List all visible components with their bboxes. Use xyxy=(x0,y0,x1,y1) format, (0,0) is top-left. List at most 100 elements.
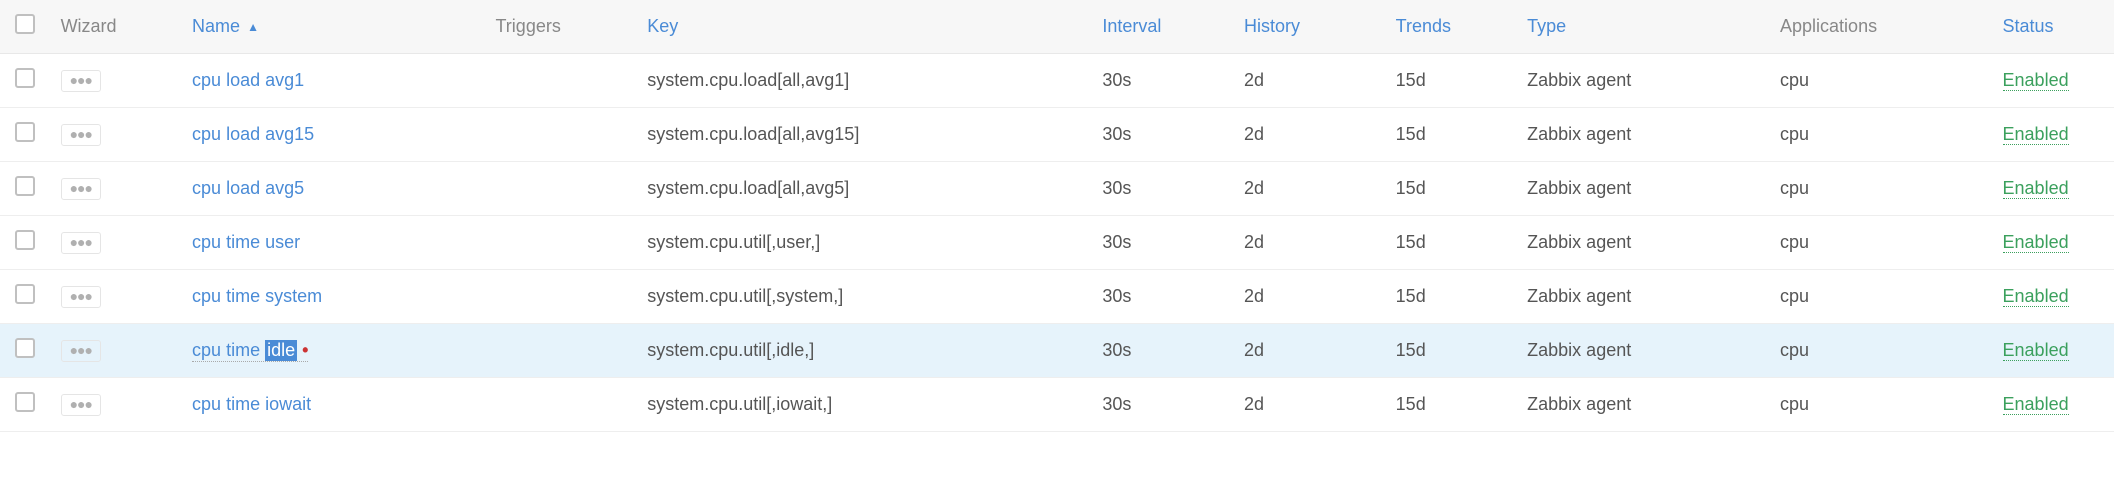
table-row: ●●● cpu load avg5 system.cpu.load[all,avg5… xyxy=(0,162,2114,216)
item-name-link[interactable]: cpu time user xyxy=(192,232,300,252)
row-history-cell: 2d xyxy=(1234,378,1386,432)
row-checkbox-cell xyxy=(0,54,51,108)
wizard-menu-icon[interactable]: ●●● xyxy=(61,124,101,146)
row-wizard-cell: ●●● xyxy=(51,162,182,216)
wizard-menu-icon[interactable]: ●●● xyxy=(61,340,101,362)
row-wizard-cell: ●●● xyxy=(51,270,182,324)
header-history[interactable]: History xyxy=(1234,0,1386,54)
status-toggle[interactable]: Enabled xyxy=(2003,124,2069,145)
row-wizard-cell: ●●● xyxy=(51,216,182,270)
row-triggers-cell xyxy=(485,108,637,162)
row-triggers-cell xyxy=(485,270,637,324)
items-table: Wizard Name ▲ Triggers Key Interval Hist… xyxy=(0,0,2114,432)
wizard-menu-icon[interactable]: ●●● xyxy=(61,286,101,308)
row-applications-cell: cpu xyxy=(1770,270,1993,324)
row-applications-cell: cpu xyxy=(1770,378,1993,432)
status-toggle[interactable]: Enabled xyxy=(2003,178,2069,199)
row-checkbox-cell xyxy=(0,270,51,324)
row-history-cell: 2d xyxy=(1234,108,1386,162)
item-name-editing[interactable]: cpu time idle • xyxy=(192,340,308,362)
header-trends[interactable]: Trends xyxy=(1386,0,1517,54)
header-name-label: Name xyxy=(192,16,240,36)
row-key-cell: system.cpu.load[all,avg5] xyxy=(637,162,1092,216)
row-status-cell: Enabled xyxy=(1993,216,2114,270)
status-toggle[interactable]: Enabled xyxy=(2003,70,2069,91)
header-wizard: Wizard xyxy=(51,0,182,54)
row-type-cell: Zabbix agent xyxy=(1517,216,1770,270)
row-checkbox[interactable] xyxy=(15,176,35,196)
status-toggle[interactable]: Enabled xyxy=(2003,340,2069,361)
row-trends-cell: 15d xyxy=(1386,108,1517,162)
status-toggle[interactable]: Enabled xyxy=(2003,394,2069,415)
item-name-link[interactable]: cpu time idle xyxy=(192,340,297,360)
header-checkbox-cell xyxy=(0,0,51,54)
row-status-cell: Enabled xyxy=(1993,378,2114,432)
row-triggers-cell xyxy=(485,162,637,216)
header-type[interactable]: Type xyxy=(1517,0,1770,54)
row-key-cell: system.cpu.util[,iowait,] xyxy=(637,378,1092,432)
row-history-cell: 2d xyxy=(1234,54,1386,108)
row-status-cell: Enabled xyxy=(1993,108,2114,162)
item-name-link[interactable]: cpu load avg1 xyxy=(192,70,304,90)
item-name-link[interactable]: cpu load avg5 xyxy=(192,178,304,198)
header-status[interactable]: Status xyxy=(1993,0,2114,54)
row-history-cell: 2d xyxy=(1234,162,1386,216)
row-status-cell: Enabled xyxy=(1993,54,2114,108)
wizard-menu-icon[interactable]: ●●● xyxy=(61,232,101,254)
row-key-cell: system.cpu.util[,idle,] xyxy=(637,324,1092,378)
row-status-cell: Enabled xyxy=(1993,270,2114,324)
row-applications-cell: cpu xyxy=(1770,162,1993,216)
row-type-cell: Zabbix agent xyxy=(1517,378,1770,432)
header-interval[interactable]: Interval xyxy=(1092,0,1234,54)
header-name[interactable]: Name ▲ xyxy=(182,0,485,54)
status-toggle[interactable]: Enabled xyxy=(2003,232,2069,253)
row-checkbox-cell xyxy=(0,162,51,216)
row-history-cell: 2d xyxy=(1234,270,1386,324)
header-key[interactable]: Key xyxy=(637,0,1092,54)
row-checkbox[interactable] xyxy=(15,338,35,358)
table-row: ●●● cpu time iowait system.cpu.util[,iowai… xyxy=(0,378,2114,432)
row-interval-cell: 30s xyxy=(1092,216,1234,270)
row-name-cell: cpu load avg1 xyxy=(182,54,485,108)
row-type-cell: Zabbix agent xyxy=(1517,54,1770,108)
wizard-menu-icon[interactable]: ●●● xyxy=(61,178,101,200)
row-name-cell: cpu time idle • xyxy=(182,324,485,378)
item-name-link[interactable]: cpu load avg15 xyxy=(192,124,314,144)
item-name-link[interactable]: cpu time system xyxy=(192,286,322,306)
wizard-menu-icon[interactable]: ●●● xyxy=(61,70,101,92)
item-name-link[interactable]: cpu time iowait xyxy=(192,394,311,414)
row-trends-cell: 15d xyxy=(1386,324,1517,378)
select-all-checkbox[interactable] xyxy=(15,14,35,34)
row-name-cell: cpu load avg5 xyxy=(182,162,485,216)
row-interval-cell: 30s xyxy=(1092,108,1234,162)
row-name-cell: cpu time user xyxy=(182,216,485,270)
row-checkbox[interactable] xyxy=(15,230,35,250)
row-status-cell: Enabled xyxy=(1993,324,2114,378)
row-checkbox[interactable] xyxy=(15,284,35,304)
row-interval-cell: 30s xyxy=(1092,162,1234,216)
row-key-cell: system.cpu.util[,system,] xyxy=(637,270,1092,324)
row-applications-cell: cpu xyxy=(1770,108,1993,162)
row-triggers-cell xyxy=(485,324,637,378)
row-wizard-cell: ●●● xyxy=(51,108,182,162)
row-checkbox-cell xyxy=(0,216,51,270)
row-applications-cell: cpu xyxy=(1770,216,1993,270)
row-checkbox[interactable] xyxy=(15,68,35,88)
row-trends-cell: 15d xyxy=(1386,270,1517,324)
row-name-cell: cpu load avg15 xyxy=(182,108,485,162)
row-status-cell: Enabled xyxy=(1993,162,2114,216)
row-key-cell: system.cpu.load[all,avg1] xyxy=(637,54,1092,108)
row-trends-cell: 15d xyxy=(1386,378,1517,432)
row-interval-cell: 30s xyxy=(1092,54,1234,108)
wizard-menu-icon[interactable]: ●●● xyxy=(61,394,101,416)
row-type-cell: Zabbix agent xyxy=(1517,324,1770,378)
row-checkbox-cell xyxy=(0,324,51,378)
row-interval-cell: 30s xyxy=(1092,270,1234,324)
row-checkbox[interactable] xyxy=(15,122,35,142)
row-checkbox[interactable] xyxy=(15,392,35,412)
row-applications-cell: cpu xyxy=(1770,324,1993,378)
row-triggers-cell xyxy=(485,216,637,270)
row-name-cell: cpu time iowait xyxy=(182,378,485,432)
header-applications: Applications xyxy=(1770,0,1993,54)
status-toggle[interactable]: Enabled xyxy=(2003,286,2069,307)
